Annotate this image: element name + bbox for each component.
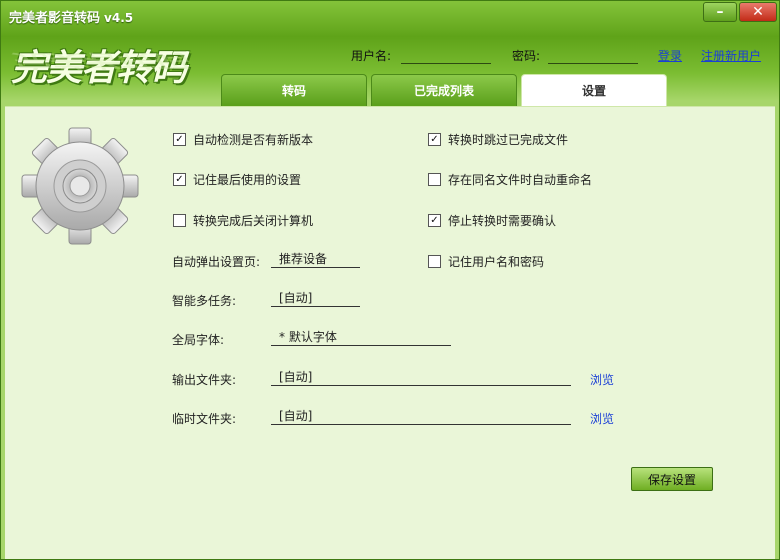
checkbox-skip-completed[interactable]: ✓ 转换时跳过已完成文件: [428, 131, 568, 148]
password-label: 密码:: [512, 49, 541, 63]
checkbox-box[interactable]: [173, 214, 186, 227]
checkbox-confirm-stop[interactable]: ✓ 停止转换时需要确认: [428, 212, 556, 229]
checkbox-shutdown[interactable]: 转换完成后关闭计算机: [173, 212, 313, 229]
temp-browse-link[interactable]: 浏览: [590, 410, 614, 427]
checkbox-box[interactable]: ✓: [428, 133, 441, 146]
password-input[interactable]: [548, 63, 638, 64]
username-input[interactable]: [401, 63, 491, 64]
popup-label: 自动弹出设置页:: [172, 255, 261, 269]
checkbox-label: 转换完成后关闭计算机: [193, 214, 314, 228]
checkbox-box[interactable]: [428, 173, 441, 186]
tab-completed-list[interactable]: 已完成列表: [371, 74, 517, 106]
tab-label: 设置: [581, 84, 606, 98]
app-window: 完美者影音转码 v4.5 – ✕ 完美者转码 完美者转码 用户名: 密码: 登录 …: [0, 0, 780, 560]
username-label: 用户名:: [351, 49, 392, 63]
title-text: 完美者影音转码: [9, 11, 101, 26]
checkbox-label: 存在同名文件时自动重命名: [448, 173, 593, 187]
checkbox-box[interactable]: ✓: [173, 133, 186, 146]
output-folder-label: 输出文件夹:: [172, 373, 237, 387]
tab-settings[interactable]: 设置: [521, 74, 667, 106]
font-select[interactable]: * 默认字体: [271, 329, 451, 346]
checkbox-auto-update[interactable]: ✓ 自动检测是否有新版本: [173, 131, 313, 148]
output-folder-input[interactable]: [自动]: [271, 369, 571, 386]
popup-select[interactable]: 推荐设备: [271, 251, 360, 268]
window-title: 完美者影音转码 v4.5: [9, 7, 133, 26]
checkbox-label: 停止转换时需要确认: [448, 214, 557, 228]
minimize-icon: –: [716, 4, 724, 20]
checkbox-remember-login[interactable]: 记住用户名和密码: [428, 253, 544, 270]
register-link[interactable]: 注册新用户: [701, 47, 761, 64]
save-settings-button[interactable]: 保存设置: [631, 467, 713, 491]
tab-label: 转码: [281, 84, 306, 98]
checkbox-box[interactable]: ✓: [428, 214, 441, 227]
checkbox-label: 转换时跳过已完成文件: [448, 133, 569, 147]
checkbox-box[interactable]: ✓: [173, 173, 186, 186]
output-browse-link[interactable]: 浏览: [590, 371, 614, 388]
checkbox-auto-rename[interactable]: 存在同名文件时自动重命名: [428, 171, 592, 188]
save-button-label: 保存设置: [647, 472, 696, 487]
font-label: 全局字体:: [172, 333, 225, 347]
login-link[interactable]: 登录: [658, 47, 682, 64]
minimize-button[interactable]: –: [703, 2, 737, 22]
checkbox-remember-settings[interactable]: ✓ 记住最后使用的设置: [173, 171, 301, 188]
settings-panel: ✓ 自动检测是否有新版本 ✓ 转换时跳过已完成文件 ✓ 记住最后使用的设置 存在同名文…: [5, 106, 775, 559]
close-icon: ✕: [752, 4, 764, 20]
multitask-select[interactable]: [自动]: [271, 290, 360, 307]
tab-label: 已完成列表: [413, 84, 474, 98]
tab-transcode[interactable]: 转码: [221, 74, 367, 106]
checkbox-box[interactable]: [428, 255, 441, 268]
temp-folder-label: 临时文件夹:: [172, 412, 237, 426]
gear-icon: [21, 127, 139, 245]
logo-reflection: 完美者转码: [11, 50, 187, 71]
temp-folder-input[interactable]: [自动]: [271, 408, 571, 425]
version-text: v4.5: [104, 11, 134, 25]
checkbox-label: 记住用户名和密码: [448, 255, 545, 269]
close-button[interactable]: ✕: [739, 2, 777, 22]
checkbox-label: 自动检测是否有新版本: [193, 133, 314, 147]
checkbox-label: 记住最后使用的设置: [193, 173, 302, 187]
multitask-label: 智能多任务:: [172, 294, 237, 308]
